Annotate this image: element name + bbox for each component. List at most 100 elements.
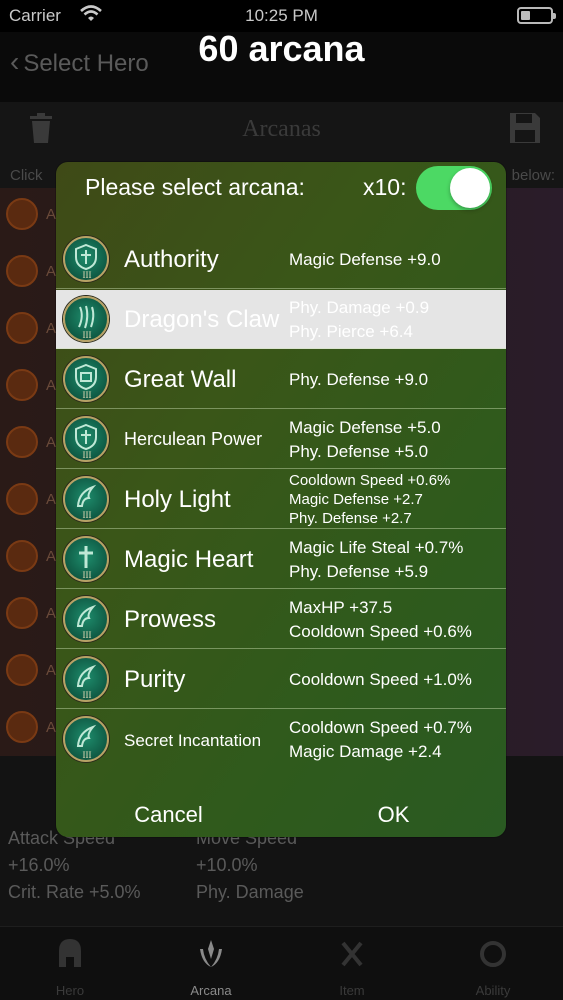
tier-label: III <box>82 510 92 520</box>
cancel-button[interactable]: Cancel <box>56 792 281 837</box>
wing-emblem-icon: III <box>63 476 109 522</box>
claw-emblem-icon: III <box>63 296 109 342</box>
arcana-effects: Cooldown Speed +0.6% Magic Defense +2.7 … <box>289 470 504 528</box>
instruction-right: below: <box>511 167 555 184</box>
arcana-name: Purity <box>124 666 186 693</box>
arcana-row-authority[interactable]: III Authority Magic Defense +9.0 <box>56 230 506 289</box>
sword-icon <box>341 941 363 967</box>
wing-emblem-icon: III <box>63 656 109 702</box>
phy-damage-label: Phy. Damage <box>196 882 304 902</box>
arcana-name: Dragon's Claw <box>124 306 280 333</box>
arcana-name: Authority <box>124 246 219 273</box>
arcana-slot-label: A <box>46 548 57 565</box>
arcana-coin-icon <box>6 369 38 401</box>
arcana-coin-icon <box>6 540 38 572</box>
ability-icon <box>480 941 506 967</box>
shield-emblem-icon: III <box>63 356 109 402</box>
tier-label: III <box>82 270 92 280</box>
row-divider <box>56 588 506 589</box>
shield-emblem-icon: III <box>63 416 109 462</box>
arcana-effect: Magic Defense +9.0 <box>289 250 441 269</box>
arcana-laurel-icon <box>200 940 222 967</box>
arcana-effect: Magic Life Steal +0.7% <box>289 538 464 557</box>
ok-button[interactable]: OK <box>281 792 506 837</box>
tier-label: III <box>82 630 92 640</box>
arcana-slot-label: A <box>46 605 57 622</box>
arcana-effect: Magic Defense +5.0 <box>289 418 441 437</box>
tab-ability[interactable]: Ability <box>423 927 563 1000</box>
arcana-effects: Magic Defense +5.0 Phy. Defense +5.0 <box>289 410 504 468</box>
cross-emblem-icon: III <box>63 536 109 582</box>
crit-rate-stat: Crit. Rate +5.0% <box>8 882 141 902</box>
wing-emblem-icon: III <box>63 716 109 762</box>
arcana-effects: Magic Life Steal +0.7% Phy. Defense +5.9 <box>289 530 504 588</box>
arcana-name: Secret Incantation <box>124 731 262 750</box>
arcana-effect: Phy. Defense +2.7 <box>289 510 412 527</box>
arcana-effect: Cooldown Speed +0.7% <box>289 718 472 737</box>
arcana-coin-icon <box>6 483 38 515</box>
arcana-coin-icon <box>6 426 38 458</box>
arcana-coin-icon <box>6 597 38 629</box>
shield-emblem-icon: III <box>63 236 109 282</box>
arcana-effects: Phy. Damage +0.9 Phy. Pierce +6.4 <box>289 290 504 348</box>
arcana-name: Herculean Power <box>124 429 263 449</box>
arcana-row-herculean-power[interactable]: III Herculean Power Magic Defense +5.0 P… <box>56 410 506 469</box>
wing-emblem-icon: III <box>63 596 109 642</box>
arcana-row-magic-heart[interactable]: III Magic Heart Magic Life Steal +0.7% P… <box>56 530 506 589</box>
save-icon[interactable] <box>509 112 541 144</box>
row-divider <box>56 348 506 349</box>
arcana-row-dragons-claw[interactable]: III Dragon's Claw Phy. Damage +0.9 Phy. … <box>56 290 506 349</box>
tab-hero-label: Hero <box>55 983 85 998</box>
tab-arcana-label: Arcana <box>190 983 232 998</box>
page-title: 60 arcana <box>198 28 365 69</box>
arcana-row-great-wall[interactable]: III Great Wall Phy. Defense +9.0 <box>56 350 506 409</box>
arcana-slot-label: A <box>46 434 57 451</box>
arcana-effect: Phy. Defense +5.0 <box>289 442 429 461</box>
arcana-effect: MaxHP +37.5 <box>289 598 393 617</box>
arcana-slot-label: A <box>46 662 57 679</box>
arcana-effect: Phy. Defense +9.0 <box>289 370 429 389</box>
tier-label: III <box>82 690 92 700</box>
arcana-row-prowess[interactable]: III Prowess MaxHP +37.5 Cooldown Speed +… <box>56 590 506 649</box>
arcana-row-holy-light[interactable]: III Holy Light Cooldown Speed +0.6% Magi… <box>56 470 506 529</box>
tier-label: III <box>82 450 92 460</box>
arcana-effects: Phy. Defense +9.0 <box>289 350 504 408</box>
arcana-coin-icon <box>6 255 38 287</box>
tab-item[interactable]: Item <box>282 927 422 1000</box>
arcana-effect: Cooldown Speed +0.6% <box>289 622 472 641</box>
arcana-coin-icon <box>6 198 38 230</box>
row-divider <box>56 288 506 289</box>
arcana-effect: Phy. Defense +5.9 <box>289 562 429 581</box>
dialog-header: Please select arcana: x10: <box>56 162 506 218</box>
arcana-slot-label: A <box>46 263 57 280</box>
tier-label: III <box>82 570 92 580</box>
arcanas-title: Arcanas <box>242 116 321 142</box>
arcana-effect: Cooldown Speed +1.0% <box>289 670 472 689</box>
arcana-name: Great Wall <box>124 366 237 393</box>
tab-hero[interactable]: Hero <box>0 927 140 1000</box>
arcana-effect: Phy. Pierce +6.4 <box>289 322 413 341</box>
arcana-coin-icon <box>6 654 38 686</box>
tier-label: III <box>82 330 92 340</box>
arcana-slot-label: A <box>46 206 57 223</box>
arcana-effect: Magic Defense +2.7 <box>289 491 423 508</box>
status-time: 10:25 PM <box>245 6 318 25</box>
x10-label: x10: <box>363 174 407 200</box>
arcana-slot-label: A <box>46 719 57 736</box>
row-divider <box>56 408 506 409</box>
tab-item-label: Item <box>339 983 365 998</box>
x10-toggle[interactable] <box>416 166 492 210</box>
arcana-row-purity[interactable]: III Purity Cooldown Speed +1.0% <box>56 650 506 709</box>
tier-label: III <box>82 390 92 400</box>
arcana-select-dialog: Please select arcana: x10: III Authority… <box>56 162 506 837</box>
tab-arcana[interactable]: Arcana <box>141 927 281 1000</box>
tab-bar: Hero Arcana Item Ability <box>0 926 563 1000</box>
row-divider <box>56 708 506 709</box>
dialog-footer: Cancel OK <box>56 792 506 837</box>
arcana-slot-label: A <box>46 320 57 337</box>
tier-label: III <box>82 750 92 760</box>
toggle-knob <box>450 168 490 208</box>
arcana-name: Holy Light <box>124 486 231 513</box>
arcana-name: Prowess <box>124 606 217 633</box>
arcana-row-secret-incantation[interactable]: III Secret Incantation Cooldown Speed +0… <box>56 710 506 769</box>
